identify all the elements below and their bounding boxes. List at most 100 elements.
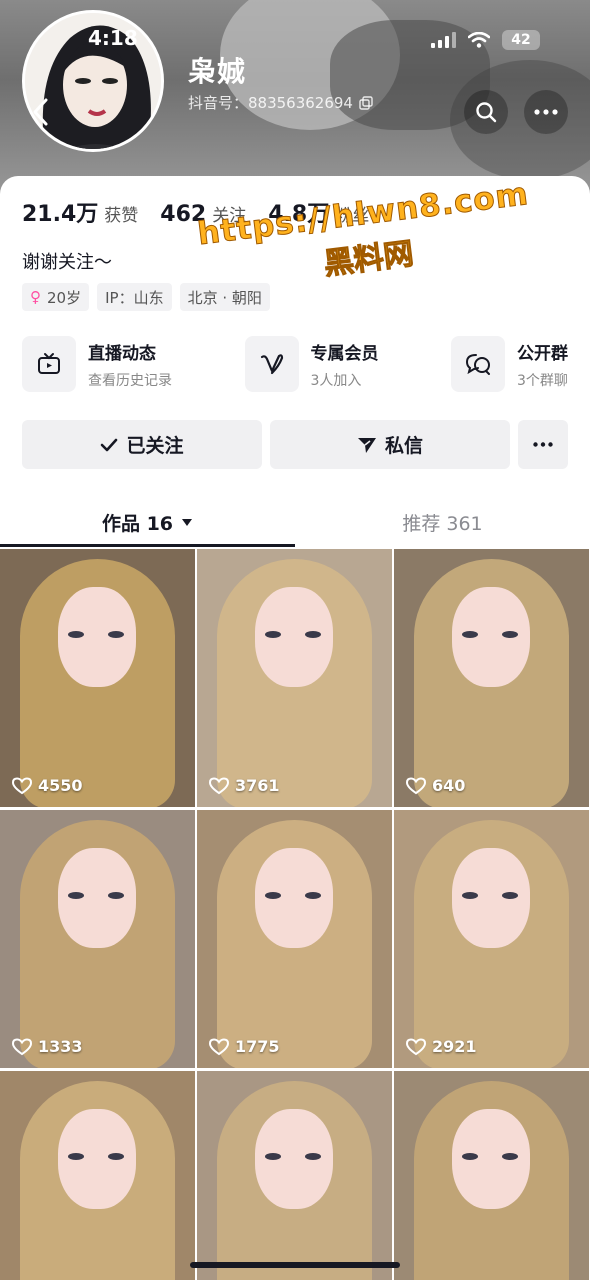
feature-group-title: 公开群 [517,343,568,364]
thumbnail-eye [305,892,321,899]
more-dots-icon [534,109,558,115]
video-thumbnail[interactable]: 3761 [197,549,392,807]
video-like-count: 4550 [12,776,83,795]
tag-ip: IP：山东 [97,283,172,311]
video-thumbnail[interactable]: 1775 [197,810,392,1068]
video-like-count-text: 640 [432,776,466,795]
profile-nickname: 枭娍 [188,55,247,88]
search-button[interactable] [464,90,508,134]
douyin-id[interactable]: 抖音号：88356362694 [188,92,373,113]
thumbnail-eye [265,631,281,638]
video-like-count-text: 4550 [38,776,83,795]
heart-outline-icon [12,776,32,794]
tag-age-text: 20岁 [47,288,82,307]
battery-indicator: 42 [502,30,540,50]
video-like-count: 3761 [209,776,280,795]
feature-member-sub: 3人加入 [310,372,362,389]
tag-age: ♀ 20岁 [22,283,90,311]
stat-likes-label: 获赞 [104,206,139,226]
heart-v-icon [260,354,283,375]
thumbnail-eye [462,1153,478,1160]
feature-live-icon-box [22,336,76,392]
tab-recommend[interactable]: 推荐 361 [295,496,590,548]
tab-active-underline [0,544,295,547]
tab-works[interactable]: 作品 16 [0,496,295,548]
thumbnail-eye [305,631,321,638]
profile-actions: 已关注 私信 [22,420,568,469]
thumbnail-eye [502,1153,518,1160]
feature-member-title: 专属会员 [310,343,379,364]
feature-live-title: 直播动态 [88,343,156,364]
heart-outline-icon [12,1037,32,1055]
video-thumbnail[interactable]: 4550 [0,549,195,807]
back-button[interactable] [28,92,58,132]
video-thumbnail[interactable] [197,1071,392,1280]
more-dots-icon [533,442,553,447]
message-label: 私信 [384,435,423,457]
feature-group-icon-box [451,336,505,392]
video-thumbnail[interactable] [0,1071,195,1280]
feature-membership[interactable]: 专属会员 3人加入 [244,336,379,392]
thumbnail-eye [108,1153,124,1160]
video-grid: 4550 3761 640 1333 1775 2921 [0,549,590,1280]
thumbnail-eye [462,892,478,899]
video-thumbnail[interactable]: 1333 [0,810,195,1068]
heart-outline-icon [209,1037,229,1055]
video-thumbnail[interactable] [394,1071,589,1280]
video-like-count-text: 3761 [235,776,280,795]
video-like-count: 1333 [12,1037,83,1056]
content-tabs: 作品 16 推荐 361 [0,496,590,548]
thumbnail-eye [68,631,84,638]
thumbnail-eye [502,892,518,899]
wifi-icon [468,32,490,48]
video-like-count-text: 1333 [38,1037,83,1056]
check-icon [101,438,118,451]
profile-bio: 谢谢关注～ [22,252,112,273]
thumbnail-eye [265,892,281,899]
douyin-id-text: 抖音号：88356362694 [188,94,353,112]
thumbnail-eye [68,1153,84,1160]
more-options-button[interactable] [524,90,568,134]
heart-outline-icon [209,776,229,794]
thumbnail-eye [68,892,84,899]
status-icons: 42 [431,30,540,50]
feature-live-history[interactable]: 直播动态 查看历史记录 [22,336,172,392]
followed-label: 已关注 [126,435,184,457]
followed-button[interactable]: 已关注 [22,420,262,469]
message-button[interactable]: 私信 [270,420,510,469]
tab-recommend-label: 推荐 361 [402,512,483,535]
video-like-count: 2921 [406,1037,477,1056]
profile-card: 21.4万 获赞 462 关注 4.8万 粉丝 谢谢关注～ ♀ 20岁 IP：山… [0,176,590,1280]
female-icon: ♀ [30,288,41,306]
heart-outline-icon [406,776,426,794]
thumbnail-eye [502,631,518,638]
status-time: 4:18 [88,26,138,50]
caret-down-icon [182,518,193,526]
thumbnail-eye [108,631,124,638]
tv-icon [38,353,60,374]
thumbnail-eye [462,631,478,638]
feature-entries: 直播动态 查看历史记录 专属会员 3人加入 公开群 3个群聊 [22,336,568,392]
video-like-count: 640 [406,776,465,795]
home-indicator [190,1262,400,1268]
stat-likes[interactable]: 21.4万 获赞 [22,196,138,228]
more-actions-button[interactable] [518,420,568,469]
video-like-count-text: 2921 [432,1037,477,1056]
video-like-count: 1775 [209,1037,280,1056]
video-like-count-text: 1775 [235,1037,280,1056]
chevron-left-icon [33,98,48,126]
feature-public-group[interactable]: 公开群 3个群聊 [451,336,568,392]
heart-outline-icon [406,1037,426,1055]
stat-likes-num: 21.4万 [22,202,99,227]
chat-group-icon [465,354,490,375]
video-thumbnail[interactable]: 2921 [394,810,589,1068]
feature-member-icon-box [244,336,299,392]
thumbnail-eye [108,892,124,899]
search-icon [476,102,497,123]
signal-icon [431,32,456,48]
feature-group-sub: 3个群聊 [517,372,568,389]
feature-live-sub: 查看历史记录 [88,372,172,389]
thumbnail-eye [305,1153,321,1160]
copy-icon[interactable] [359,95,373,110]
video-thumbnail[interactable]: 640 [394,549,589,807]
